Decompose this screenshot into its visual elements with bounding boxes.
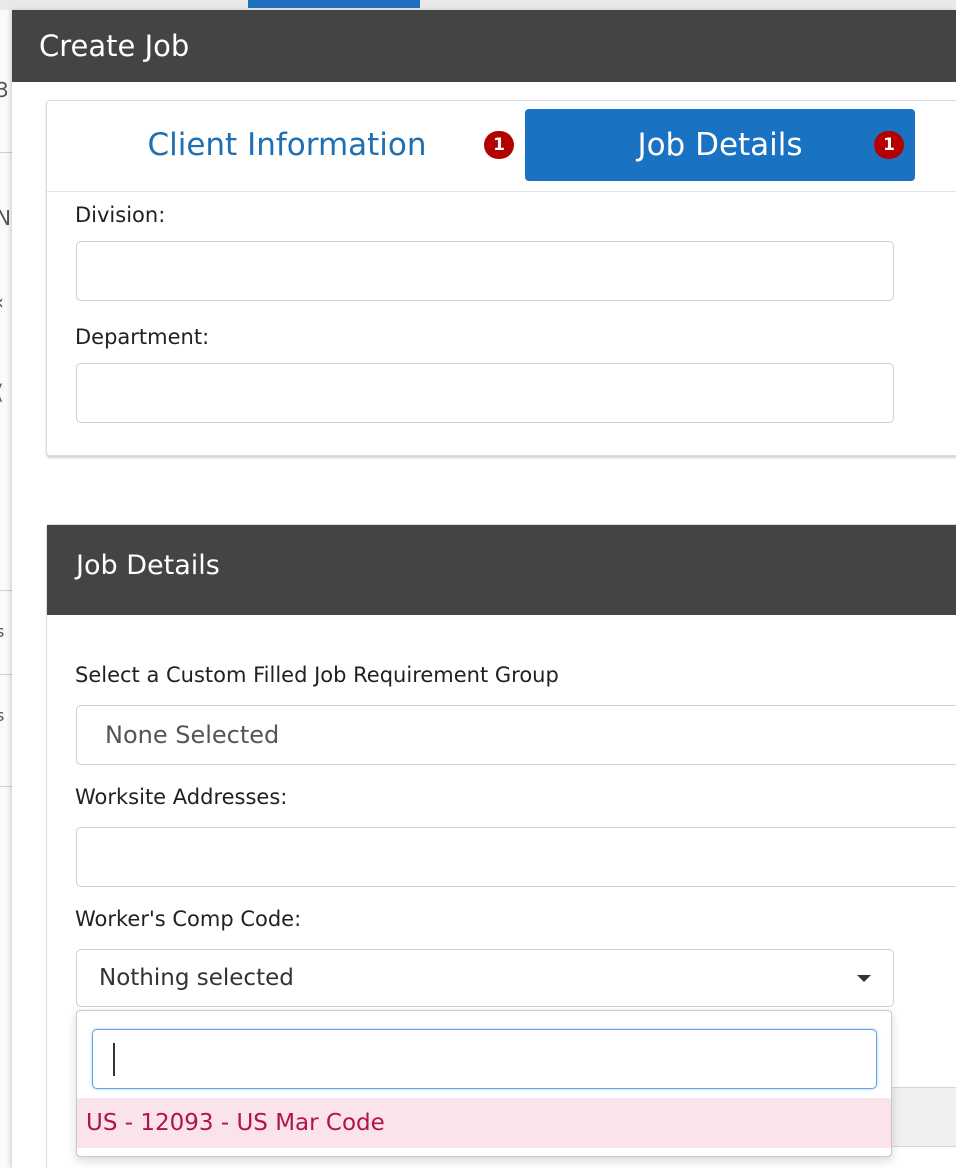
tab-bar: Client Information 1 Job Details 1: [47, 101, 956, 192]
background-topbar: [0, 0, 956, 10]
client-info-card: Client Information 1 Job Details 1 Divis…: [46, 100, 956, 456]
hidden-field-behind-menu: [890, 1087, 956, 1147]
background-glyph: s: [0, 706, 4, 725]
text-cursor: [113, 1043, 115, 1076]
requirement-group-label: Select a Custom Filled Job Requirement G…: [75, 663, 559, 687]
tab-client-information[interactable]: Client Information 1: [47, 109, 527, 181]
division-input[interactable]: [76, 241, 894, 301]
comp-code-dropdown-menu: US - 12093 - US Mar Code: [76, 1010, 892, 1157]
comp-code-option[interactable]: US - 12093 - US Mar Code: [77, 1098, 891, 1148]
background-divider: [0, 590, 12, 591]
modal-title: Create Job: [12, 10, 956, 82]
comp-code-label: Worker's Comp Code:: [75, 907, 302, 931]
worksite-addresses-label: Worksite Addresses:: [75, 785, 288, 809]
comp-code-dropdown[interactable]: Nothing selected: [76, 949, 894, 1007]
department-label: Department:: [75, 325, 210, 349]
department-input[interactable]: [76, 363, 894, 423]
background-glyph: s: [0, 622, 4, 641]
division-label: Division:: [75, 203, 166, 227]
tab-job-details-error-badge: 1: [874, 131, 904, 159]
create-job-modal: Create Job Client Information 1 Job Deta…: [12, 10, 956, 1168]
comp-code-search-input[interactable]: [92, 1029, 877, 1089]
background-divider: [0, 152, 12, 153]
comp-code-selected-value: Nothing selected: [99, 965, 294, 991]
chevron-down-icon: [857, 975, 871, 982]
requirement-group-select[interactable]: None Selected: [76, 705, 956, 765]
background-glyph: N: [0, 206, 11, 230]
tab-client-information-error-badge: 1: [484, 131, 514, 159]
background-glyph: (: [0, 380, 4, 404]
requirement-group-value: None Selected: [105, 721, 280, 749]
background-divider: [0, 786, 12, 787]
background-accent-bar: [248, 0, 420, 8]
background-glyph: ‹: [0, 290, 4, 314]
tab-job-details-label: Job Details: [637, 127, 803, 163]
background-glyph: 3: [0, 78, 9, 102]
background-divider: [0, 674, 12, 675]
worksite-addresses-input[interactable]: [76, 827, 956, 887]
tab-client-information-label: Client Information: [147, 127, 427, 163]
job-details-section-title: Job Details: [47, 525, 956, 615]
tab-job-details[interactable]: Job Details 1: [525, 109, 915, 181]
